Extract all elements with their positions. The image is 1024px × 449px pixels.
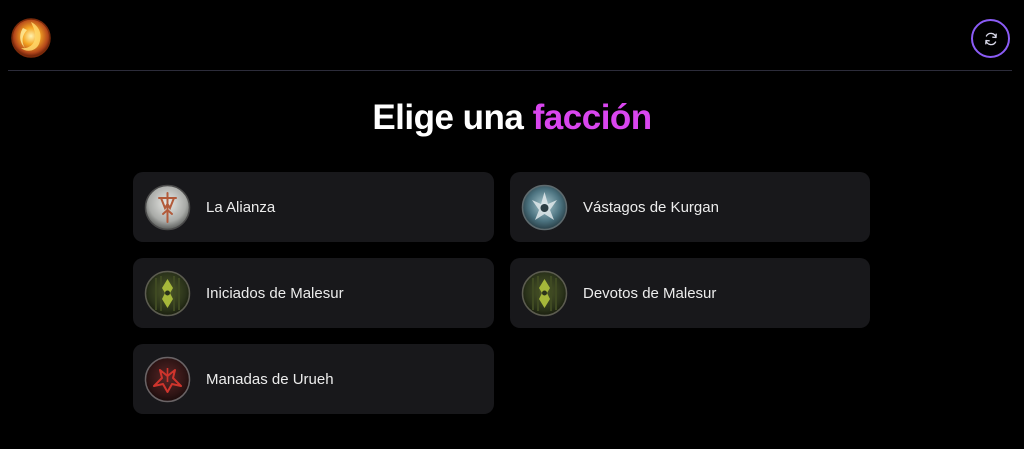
faction-label: La Alianza [206, 198, 276, 216]
top-bar [0, 0, 1024, 71]
faction-card-la-alianza[interactable]: La Alianza [133, 172, 494, 242]
kurgan-emblem-icon [521, 184, 568, 231]
faction-label: Vástagos de Kurgan [583, 198, 719, 216]
faction-card-manadas-de-urueh[interactable]: Manadas de Urueh [133, 344, 494, 414]
faction-label: Iniciados de Malesur [206, 284, 344, 302]
faction-label: Devotos de Malesur [583, 284, 717, 302]
faction-label: Manadas de Urueh [206, 370, 334, 388]
header-divider [8, 70, 1012, 71]
refresh-icon [984, 32, 997, 45]
faction-card-vastagos-de-kurgan[interactable]: Vástagos de Kurgan [510, 172, 870, 242]
title-accent: facción [532, 98, 653, 137]
faction-grid: La Alianza Vástagos de Kurgan Iniciados … [133, 172, 870, 414]
faction-card-iniciados-de-malesur[interactable]: Iniciados de Malesur [133, 258, 494, 328]
malesur-emblem-icon [144, 270, 191, 317]
urueh-emblem-icon [144, 356, 191, 403]
title-prefix: Elige una [372, 98, 524, 137]
page-title: Elige una facción [0, 98, 1024, 138]
malesur-emblem-icon [521, 270, 568, 317]
refresh-button[interactable] [971, 19, 1010, 58]
faction-card-devotos-de-malesur[interactable]: Devotos de Malesur [510, 258, 870, 328]
alianza-emblem-icon [144, 184, 191, 231]
phoenix-logo-icon[interactable] [9, 16, 53, 60]
